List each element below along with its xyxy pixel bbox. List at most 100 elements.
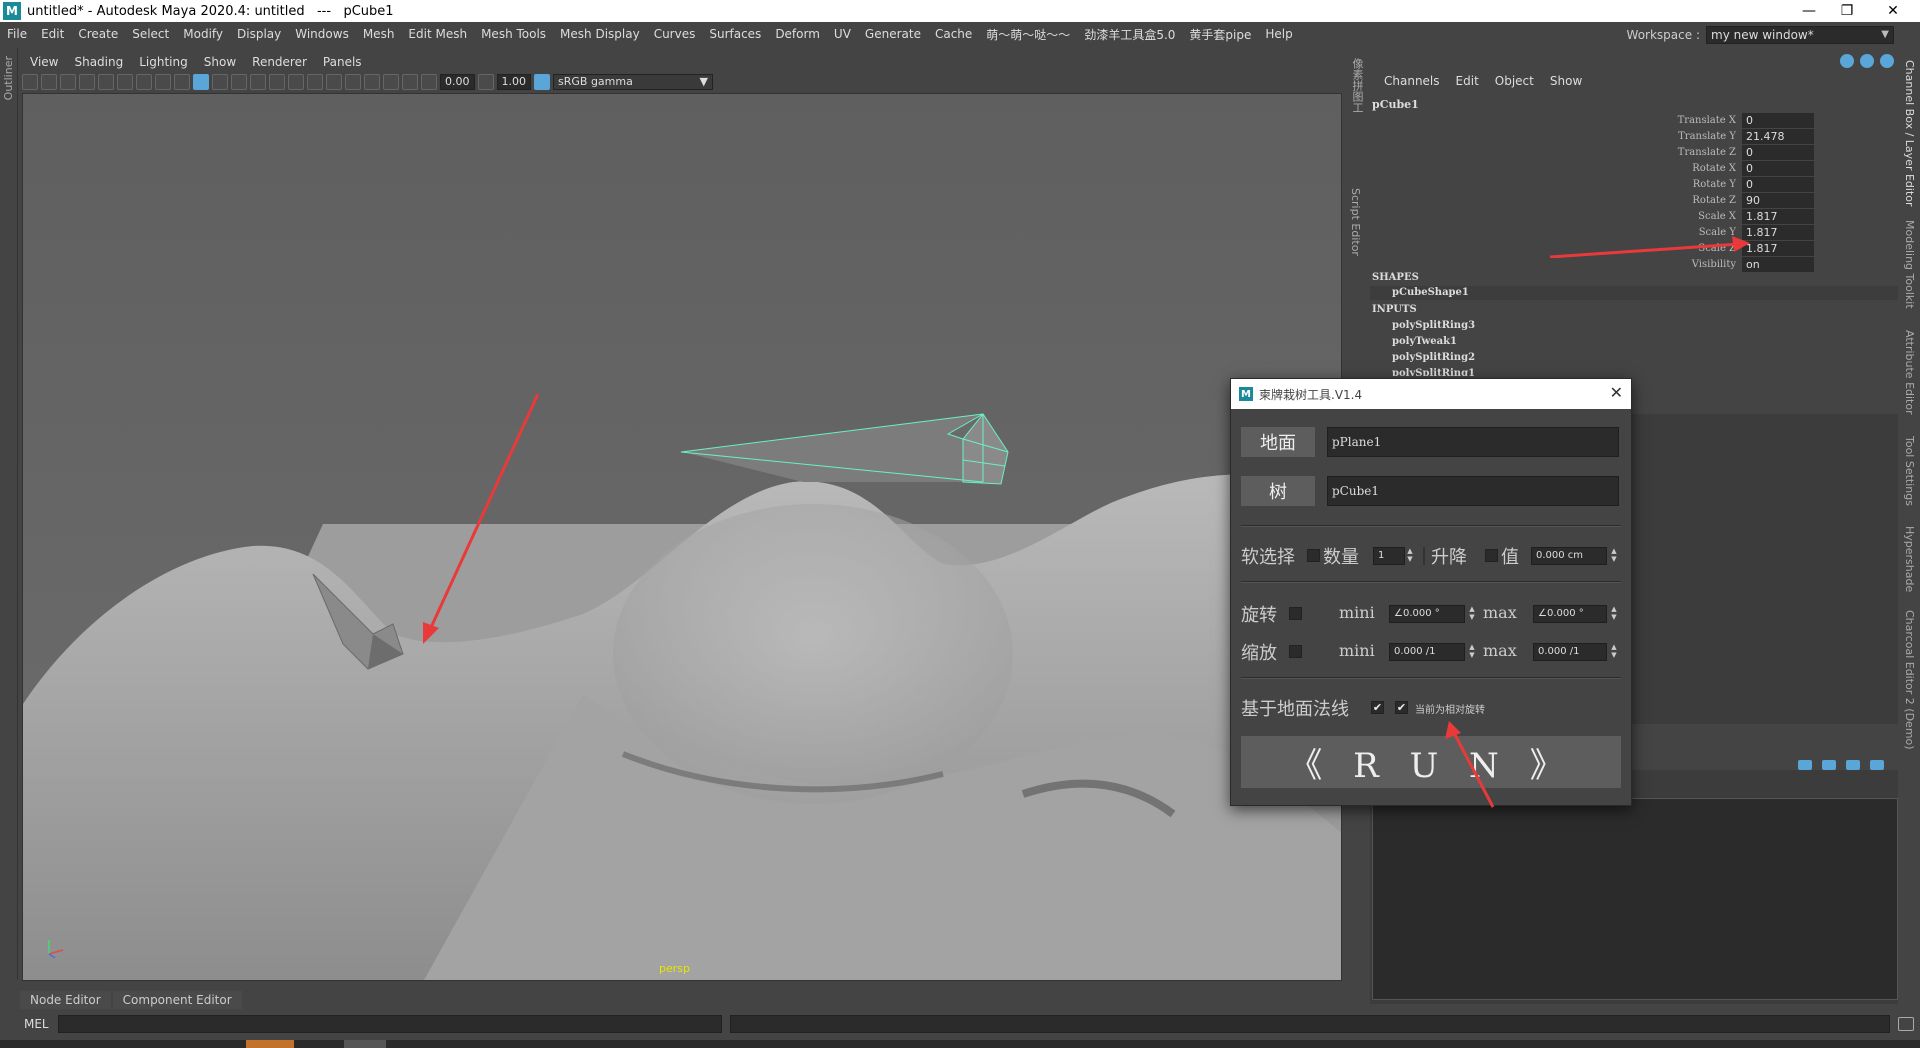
tab-tool-settings[interactable]: Tool Settings [1903,436,1916,506]
mel-label[interactable]: MEL [0,1017,56,1031]
tab-hypershade[interactable]: Hypershade [1903,526,1916,592]
lift-checkbox[interactable] [1485,549,1498,562]
menu-curves[interactable]: Curves [647,27,703,41]
flat-shade-icon[interactable] [212,74,228,90]
tab-attribute-editor[interactable]: Attribute Editor [1903,330,1916,415]
scale-min-field[interactable]: 0.000 /1 [1389,643,1465,661]
attr-value[interactable]: 1.817 [1742,224,1814,240]
color-management-icon[interactable] [534,74,550,90]
safe-area-icon[interactable] [155,74,171,90]
tab-modeling-toolkit[interactable]: Modeling Toolkit [1903,220,1916,309]
attr-value[interactable]: 1.817 [1742,240,1814,256]
attr-value[interactable]: 90 [1742,192,1814,208]
lift-stepper[interactable]: ▲ ▼ [1609,547,1619,565]
menu-edit-mesh[interactable]: Edit Mesh [401,27,474,41]
attr-value[interactable]: 21.478 [1742,128,1814,144]
input-item[interactable]: polySplitRing1 [1392,368,1475,376]
backface-icon[interactable] [402,74,418,90]
film-gate-icon[interactable] [117,74,133,90]
count-field[interactable]: 1 [1373,547,1405,565]
lift-value-field[interactable]: 0.000 cm [1531,547,1607,565]
cb-menu-show[interactable]: Show [1542,74,1590,88]
menu-display[interactable]: Display [230,27,288,41]
input-item[interactable]: polyTweak1 [1392,336,1457,347]
tree-button[interactable]: 树 [1241,476,1315,506]
menu-deform[interactable]: Deform [768,27,827,41]
menu-mesh-display[interactable]: Mesh Display [553,27,647,41]
scale-max-stepper[interactable]: ▲ ▼ [1609,643,1619,661]
shape-item[interactable]: pCubeShape1 [1392,287,1469,298]
ambient-occlusion-icon[interactable] [288,74,304,90]
menu-file[interactable]: File [0,27,34,41]
menu-generate[interactable]: Generate [858,27,928,41]
input-item[interactable]: polySplitRing2 [1392,352,1475,363]
new-layer-icon[interactable] [1846,760,1860,770]
isolate-select-icon[interactable] [345,74,361,90]
wireframe-icon[interactable] [174,74,190,90]
attr-value[interactable]: 0 [1742,160,1814,176]
layer-up-icon[interactable] [1798,760,1812,770]
rotate-min-field[interactable]: ∠0.000 ° [1389,605,1465,623]
gamma-field[interactable]: 1.00 [496,74,531,90]
tool-icon[interactable] [1880,54,1894,68]
relative-rotate-checkbox[interactable]: ✔ [1395,701,1408,714]
cb-menu-channels[interactable]: Channels [1376,74,1448,88]
outliner-strip[interactable]: Outliner [0,48,18,980]
count-stepper[interactable]: ▲ ▼ [1405,547,1415,565]
image-plane-icon[interactable] [79,74,95,90]
layer-down-icon[interactable] [1822,760,1836,770]
rotate-max-stepper[interactable]: ▲ ▼ [1609,605,1619,623]
tab-node-editor[interactable]: Node Editor [20,991,111,1009]
channel-box-icon[interactable] [1860,54,1874,68]
ground-button[interactable]: 地面 [1241,427,1315,457]
selected-object-name[interactable]: pCube1 [1372,98,1419,111]
menu-help[interactable]: Help [1258,27,1299,41]
menu-select[interactable]: Select [125,27,176,41]
viewport-menu-renderer[interactable]: Renderer [244,55,315,69]
tab-channel-box[interactable]: Channel Box / Layer Editor [1903,60,1916,207]
input-item[interactable]: polySplitRing3 [1392,320,1475,331]
attr-value[interactable]: 0 [1742,144,1814,160]
tab-charcoal-editor[interactable]: Charcoal Editor 2 (Demo) [1903,610,1916,750]
attr-value[interactable]: 0 [1742,176,1814,192]
pixel-tool-tab[interactable]: 像素拼图工 [1349,58,1365,113]
rotate-max-field[interactable]: ∠0.000 ° [1533,605,1607,623]
command-input[interactable] [58,1015,722,1033]
exposure-field[interactable]: 0.00 [440,74,475,90]
ground-field[interactable]: pPlane1 [1327,427,1619,457]
xray-icon[interactable] [364,74,380,90]
shadows-icon[interactable] [269,74,285,90]
rotate-min-stepper[interactable]: ▲ ▼ [1467,605,1477,623]
gamma-icon[interactable] [477,74,494,90]
axis-icon[interactable] [1840,54,1854,68]
bookmark-icon[interactable] [60,74,76,90]
cb-menu-edit[interactable]: Edit [1448,74,1487,88]
viewport-3d[interactable]: persp [22,93,1342,981]
close-button[interactable]: ✕ [1870,0,1916,22]
viewport-menu-lighting[interactable]: Lighting [131,55,196,69]
menu-cache[interactable]: Cache [928,27,979,41]
menu-edit[interactable]: Edit [34,27,71,41]
viewport-menu-view[interactable]: View [22,55,66,69]
xray-joints-icon[interactable] [383,74,399,90]
lights-icon[interactable] [250,74,266,90]
menu-custom-1[interactable]: 萌～萌～哒～～ [979,26,1077,43]
viewport-menu-shading[interactable]: Shading [66,55,131,69]
menu-mesh[interactable]: Mesh [356,27,402,41]
menu-custom-3[interactable]: 黄手套pipe [1182,26,1258,43]
anti-alias-icon[interactable] [326,74,342,90]
tab-component-editor[interactable]: Component Editor [112,991,242,1009]
close-icon[interactable]: ✕ [1610,383,1623,402]
soft-select-checkbox[interactable] [1307,549,1320,562]
cb-menu-object[interactable]: Object [1487,74,1542,88]
menu-windows[interactable]: Windows [288,27,356,41]
scale-min-stepper[interactable]: ▲ ▼ [1467,643,1477,661]
restore-button[interactable]: ❐ [1824,0,1870,22]
layer-list[interactable] [1372,798,1898,1000]
new-layer-selected-icon[interactable] [1870,760,1884,770]
rotate-checkbox[interactable] [1289,607,1302,620]
workspace-dropdown[interactable]: my new window* ▼ [1706,26,1894,44]
attr-value[interactable]: 0 [1742,112,1814,128]
viewport-menu-panels[interactable]: Panels [315,55,370,69]
menu-uv[interactable]: UV [827,27,858,41]
